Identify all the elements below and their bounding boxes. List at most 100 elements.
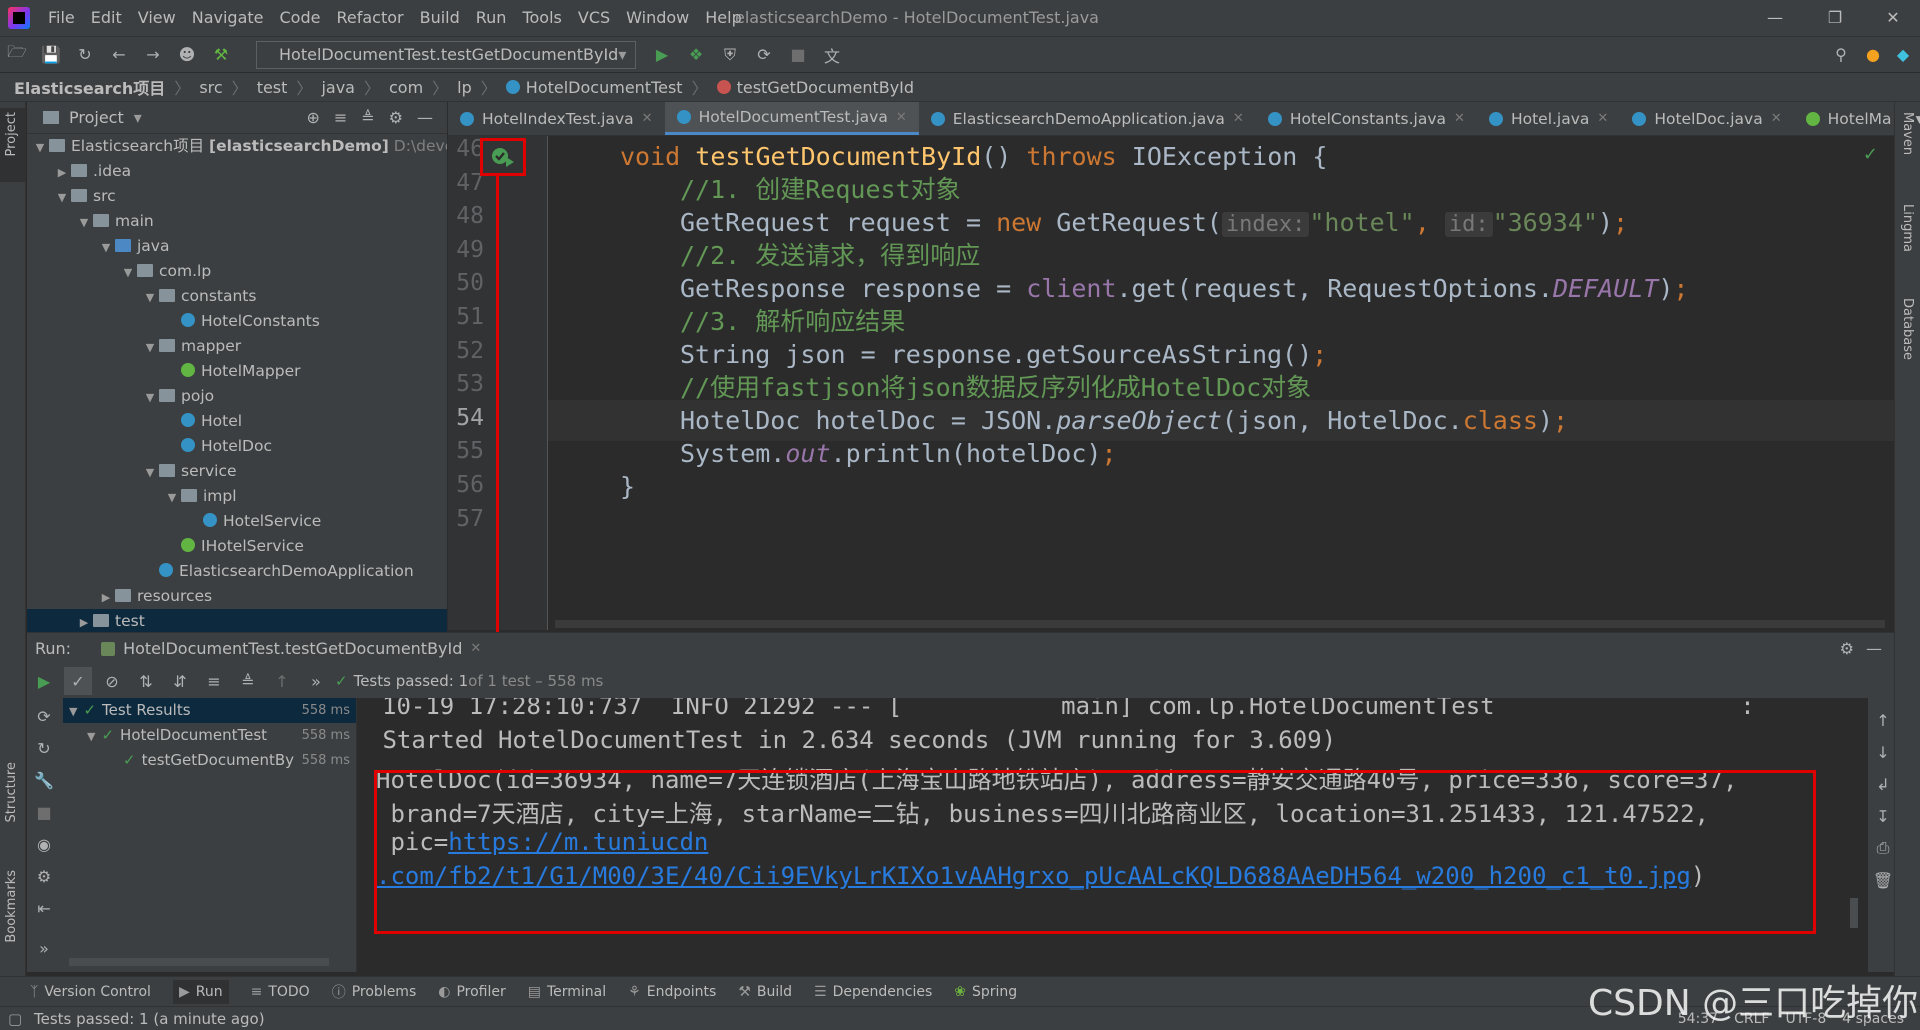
menu-window[interactable]: Window — [618, 0, 697, 36]
tree-item[interactable]: ▼ impl — [27, 484, 447, 509]
debug-icon[interactable]: ❖ — [682, 41, 710, 69]
scroll-to-end-icon[interactable]: ↧ — [1869, 802, 1897, 830]
editor-tab[interactable]: HotelMa — [1794, 102, 1904, 135]
tool-dependencies[interactable]: ☰ Dependencies — [814, 984, 932, 1000]
editor-horizontal-scrollbar[interactable] — [555, 620, 1885, 628]
scroll-up-icon[interactable]: ↑ — [1869, 706, 1897, 734]
tree-item[interactable]: ▼ main — [27, 209, 447, 234]
close-tab-icon[interactable]: ✕ — [1454, 111, 1465, 126]
tree-item[interactable]: ▶ resources — [27, 584, 447, 609]
breadcrumb-com[interactable]: com — [389, 78, 423, 97]
jetbrains-icon[interactable]: ◆ — [1889, 41, 1917, 69]
close-icon[interactable]: ✕ — [1868, 0, 1918, 36]
menu-edit[interactable]: Edit — [83, 0, 130, 36]
sort-duration-icon[interactable]: ⇵ — [166, 667, 194, 695]
code-editor[interactable]: void testGetDocumentById() throws IOExce… — [548, 136, 1894, 630]
scroll-down-icon[interactable]: ↓ — [1869, 738, 1897, 766]
tree-item[interactable]: ▶ .idea — [27, 159, 447, 184]
test-class-row[interactable]: ▼ ✓ HotelDocumentTest 558 ms — [63, 723, 356, 748]
settings-gear-icon[interactable]: ⚙ — [1840, 639, 1854, 658]
menu-refactor[interactable]: Refactor — [328, 0, 411, 36]
tool-todo[interactable]: ≡ TODO — [251, 984, 310, 1000]
editor-tab[interactable]: HotelConstants.java ✕ — [1256, 102, 1477, 135]
inspection-ok-icon[interactable]: ✓ — [1863, 144, 1878, 165]
bookmarks-tool-button[interactable]: Bookmarks — [4, 870, 19, 943]
project-tool-button[interactable]: Project — [4, 112, 19, 156]
tool-endpoints[interactable]: ⚘ Endpoints — [628, 984, 716, 1000]
tree-item[interactable]: HotelConstants — [27, 309, 447, 334]
show-passed-icon[interactable]: ✓ — [64, 667, 92, 695]
test-method-row[interactable]: ✓ testGetDocumentBy 558 ms — [63, 748, 356, 773]
back-icon[interactable]: ← — [105, 41, 133, 69]
gear-icon[interactable]: ⚙ — [30, 862, 58, 890]
close-tab-icon[interactable]: ✕ — [1771, 111, 1782, 126]
tree-root[interactable]: ▼ Elasticsearch项目 [elasticsearchDemo] D:\… — [27, 134, 447, 159]
breadcrumb-lp[interactable]: lp — [457, 78, 472, 97]
close-tab-icon[interactable]: ✕ — [1233, 111, 1244, 126]
tree-item[interactable]: ▼ mapper — [27, 334, 447, 359]
breadcrumb-test[interactable]: test — [257, 78, 288, 97]
project-view-selector[interactable]: Project — [69, 108, 124, 127]
tool-terminal[interactable]: ▤ Terminal — [528, 984, 606, 1000]
editor-tab[interactable]: HotelDoc.java ✕ — [1620, 102, 1793, 135]
panel-actions-icons[interactable]: ⊕≡≜⚙— — [306, 108, 447, 127]
menu-build[interactable]: Build — [412, 0, 468, 36]
menu-tools[interactable]: Tools — [514, 0, 569, 36]
save-icon[interactable]: 💾 — [37, 41, 65, 69]
tree-item[interactable]: ▼ com.lp — [27, 259, 447, 284]
restore-icon[interactable]: ❐ — [1810, 0, 1860, 36]
profile-icon[interactable]: ⟳ — [750, 41, 778, 69]
tree-item[interactable]: ▼ java — [27, 234, 447, 259]
hide-panel-icon[interactable]: — — [1866, 639, 1882, 658]
tool-version-control[interactable]: ᛉ Version Control — [30, 984, 151, 1000]
forward-icon[interactable]: → — [139, 41, 167, 69]
tool-problems[interactable]: ⓘ Problems — [332, 982, 417, 1002]
editor-tab[interactable]: HotelDocumentTest.java ✕ — [664, 102, 919, 135]
run-tab[interactable]: HotelDocumentTest.testGetDocumentById — [123, 639, 462, 658]
breadcrumb-src[interactable]: src — [199, 78, 222, 97]
more-icon[interactable]: » — [30, 934, 58, 962]
menu-view[interactable]: View — [130, 0, 184, 36]
toggle-auto-test-icon[interactable]: ↻ — [30, 734, 58, 762]
structure-tool-button[interactable]: Structure — [4, 762, 19, 822]
translate-icon[interactable]: 文 — [818, 41, 846, 69]
tree-item[interactable]: IHotelService — [27, 534, 447, 559]
tab-overflow-icon[interactable]: ▾ ⋮ — [1904, 102, 1920, 135]
database-tool-button[interactable]: Database — [1900, 298, 1915, 360]
soft-wrap-icon[interactable]: ↲ — [1869, 770, 1897, 798]
coverage-icon[interactable]: ⛨ — [716, 41, 744, 69]
tree-item[interactable]: ▶ test — [27, 609, 447, 632]
user-icon[interactable]: ☻ — [173, 41, 201, 69]
lingma-tool-button[interactable]: Lingma — [1900, 204, 1915, 252]
menu-run[interactable]: Run — [468, 0, 515, 36]
console-scrollbar[interactable] — [1850, 898, 1858, 928]
tool-profiler[interactable]: ◐ Profiler — [438, 984, 506, 1000]
editor-tab[interactable]: Hotel.java ✕ — [1477, 102, 1620, 135]
prev-failed-icon[interactable]: ↑ — [268, 667, 296, 695]
collapse-all-icon[interactable]: ≜ — [234, 667, 262, 695]
open-folder-icon[interactable]: 🗁 — [3, 41, 31, 69]
status-message[interactable]: Tests passed: 1 (a minute ago) — [34, 1010, 265, 1028]
editor-tab[interactable]: ElasticsearchDemoApplication.java ✕ — [919, 102, 1256, 135]
menu-code[interactable]: Code — [272, 0, 329, 36]
tree-item[interactable]: HotelMapper — [27, 359, 447, 384]
update-icon[interactable]: ● — [1859, 41, 1887, 69]
breadcrumb-java[interactable]: java — [321, 78, 355, 97]
close-tab-icon[interactable]: ✕ — [642, 111, 653, 126]
close-tab-icon[interactable]: ✕ — [1597, 111, 1608, 126]
trash-icon[interactable]: 🗑 — [1869, 866, 1897, 894]
tree-item[interactable]: ▼ service — [27, 459, 447, 484]
search-icon[interactable]: ⚲ — [1827, 41, 1855, 69]
print-icon[interactable]: ⎙ — [1869, 834, 1897, 862]
tree-item[interactable]: Hotel — [27, 409, 447, 434]
show-ignored-icon[interactable]: ⊘ — [98, 667, 126, 695]
tree-item[interactable]: ▼ constants — [27, 284, 447, 309]
sort-alpha-icon[interactable]: ⇅ — [132, 667, 160, 695]
minimize-icon[interactable]: — — [1750, 0, 1800, 36]
run-configuration-select[interactable]: HotelDocumentTest.testGetDocumentById ▾ — [256, 40, 636, 69]
breadcrumb-project[interactable]: Elasticsearch项目 — [14, 75, 165, 99]
menu-file[interactable]: File — [40, 0, 83, 36]
tree-item[interactable]: ▼ src — [27, 184, 447, 209]
exit-icon[interactable]: ⇤ — [30, 894, 58, 922]
expand-all-icon[interactable]: ≡ — [200, 667, 228, 695]
